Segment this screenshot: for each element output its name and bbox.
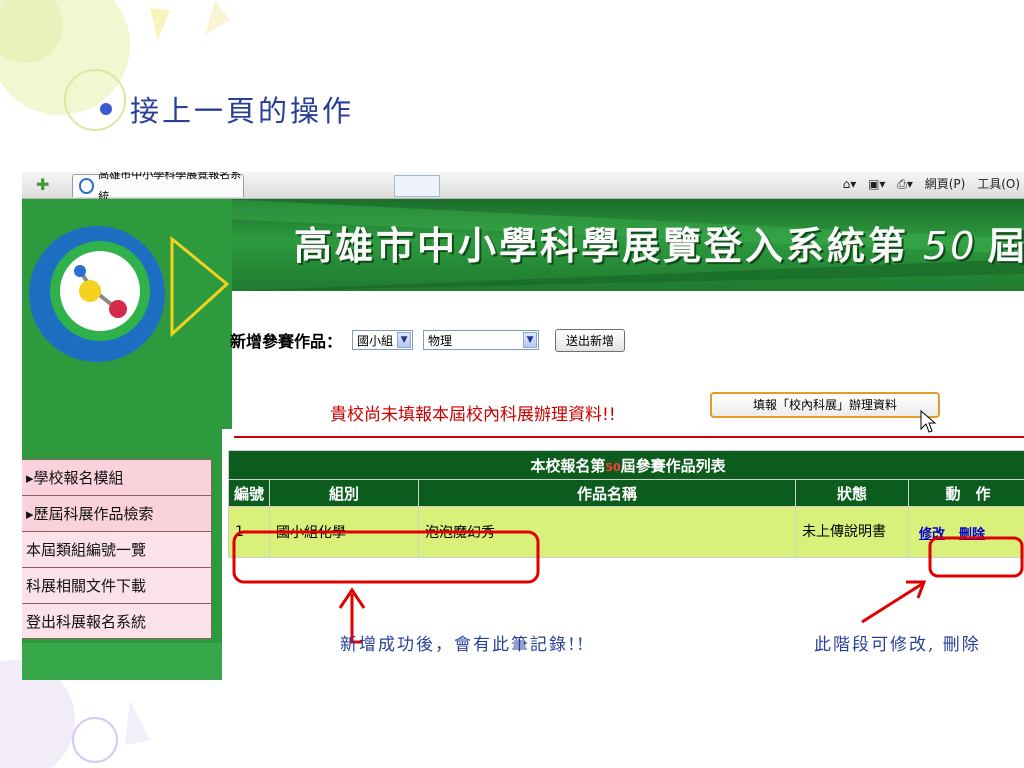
browser-screenshot: ✚ 高雄市中小學科學展覽報名系統 ⌂▾ ▣▾ ⎙▾ 網頁(P) 工具(O) 高雄… [22,172,1024,680]
annotation-edit-delete: 此階段可修改, 刪除 [814,635,981,655]
highlight-overlay [232,530,1024,644]
annotation-added-record: 新增成功後，會有此筆記錄!! [340,635,586,655]
slide-title-text: 接上一頁的操作 [130,94,355,128]
bullet-icon [100,103,112,115]
slide-title: 接上一頁的操作 [100,88,354,130]
